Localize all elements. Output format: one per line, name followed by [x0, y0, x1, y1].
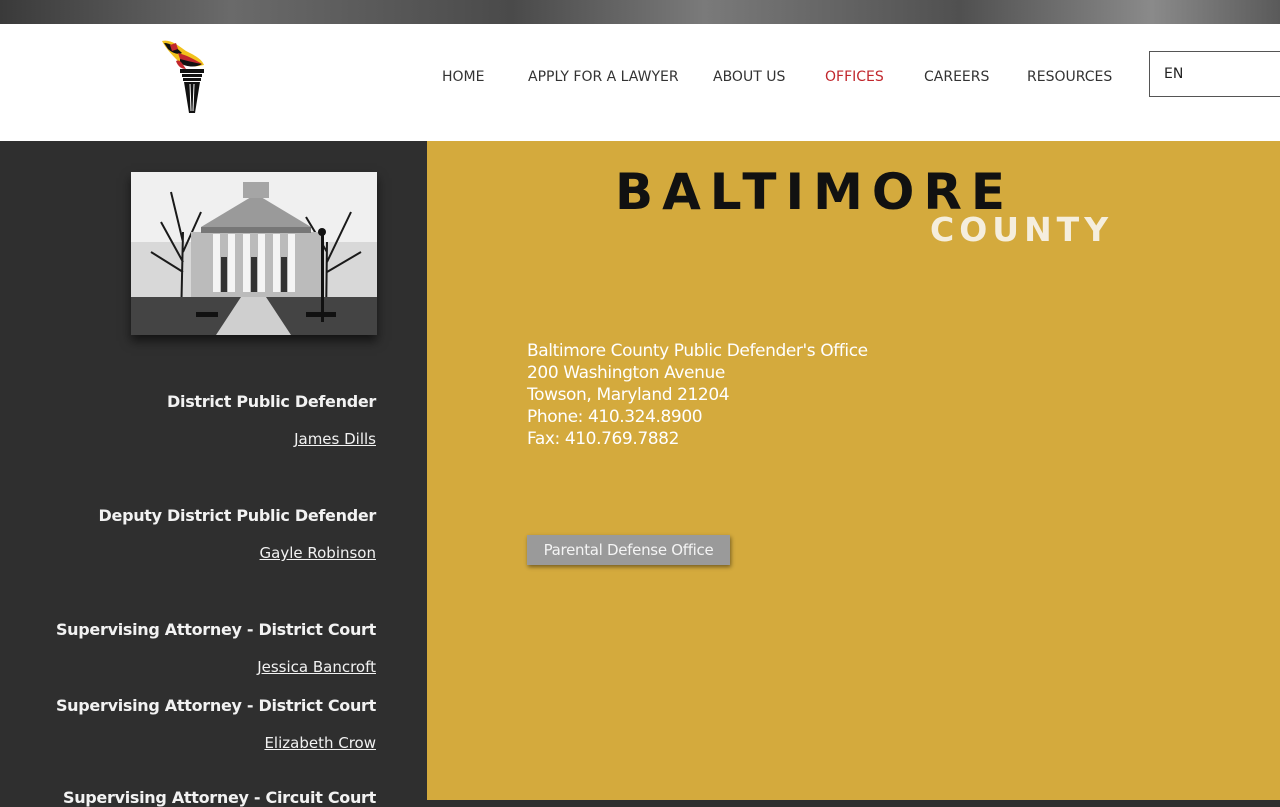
staff-name-link[interactable]: Jessica Bancroft	[257, 658, 376, 676]
office-fax: Fax: 410.769.7882	[527, 429, 679, 449]
language-selector[interactable]: EN	[1149, 51, 1280, 97]
parental-defense-office-button[interactable]: Parental Defense Office	[527, 535, 730, 565]
staff-sidebar: District Public Defender James Dills Dep…	[0, 141, 427, 807]
office-street: 200 Washington Avenue	[527, 363, 725, 383]
office-phone: Phone: 410.324.8900	[527, 407, 703, 427]
staff-name-link[interactable]: James Dills	[294, 430, 376, 448]
page-subtitle: COUNTY	[930, 210, 1114, 249]
office-name: Baltimore County Public Defender's Offic…	[527, 341, 868, 361]
courthouse-photo	[131, 172, 377, 335]
main-nav: HOME APPLY FOR A LAWYER ABOUT US OFFICES…	[0, 69, 1280, 89]
office-address: Baltimore County Public Defender's Offic…	[527, 340, 868, 450]
nav-home[interactable]: HOME	[442, 69, 484, 85]
nav-apply-for-a-lawyer[interactable]: APPLY FOR A LAWYER	[528, 69, 679, 85]
office-info-panel: BALTIMORE COUNTY Baltimore County Public…	[427, 141, 1280, 800]
staff-role: Supervising Attorney - District Court	[55, 620, 376, 639]
staff-name-link[interactable]: Gayle Robinson	[260, 544, 376, 562]
language-label: EN	[1164, 66, 1184, 82]
nav-about-us[interactable]: ABOUT US	[713, 69, 785, 85]
nav-careers[interactable]: CAREERS	[924, 69, 989, 85]
site-header: HOME APPLY FOR A LAWYER ABOUT US OFFICES…	[0, 24, 1280, 141]
top-banner-strip	[0, 0, 1280, 24]
staff-role: Supervising Attorney - District Court	[55, 696, 376, 715]
staff-name-link[interactable]: Elizabeth Crow	[264, 734, 376, 752]
office-city: Towson, Maryland 21204	[527, 385, 730, 405]
staff-role: District Public Defender	[167, 392, 376, 411]
nav-offices[interactable]: OFFICES	[825, 69, 884, 85]
staff-role: Deputy District Public Defender	[98, 506, 377, 525]
staff-role: Supervising Attorney - Circuit Court	[62, 788, 376, 807]
nav-resources[interactable]: RESOURCES	[1027, 69, 1112, 85]
